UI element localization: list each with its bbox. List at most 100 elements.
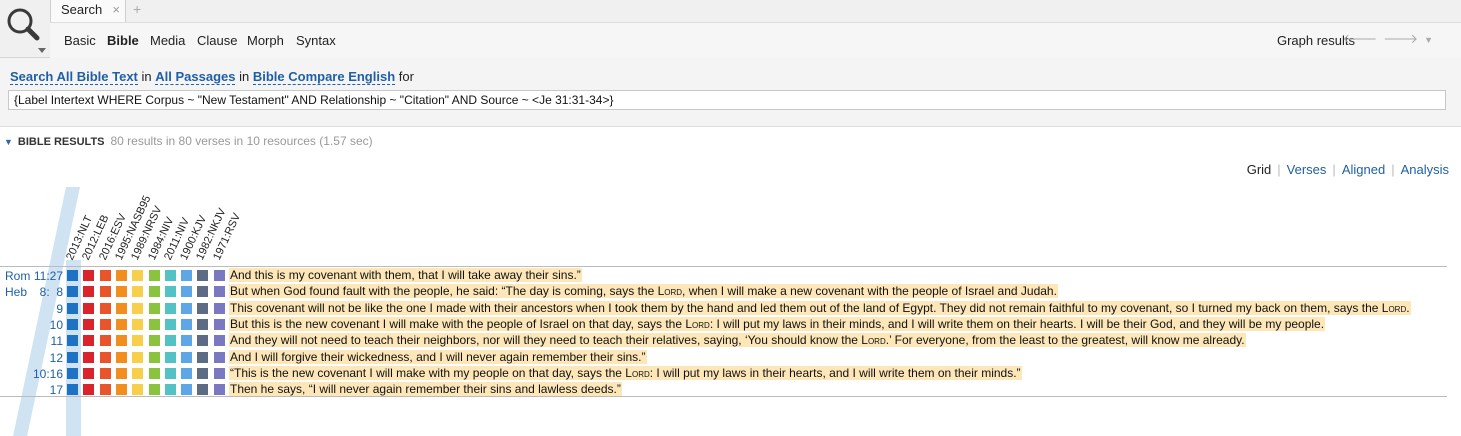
result-cell[interactable] xyxy=(115,286,127,298)
result-cell[interactable] xyxy=(67,384,78,396)
result-cell[interactable] xyxy=(148,302,160,314)
result-cell[interactable] xyxy=(213,318,225,330)
result-cell[interactable] xyxy=(197,286,209,298)
back-arrow-icon[interactable]: 🡐 xyxy=(1342,31,1383,46)
result-cell[interactable] xyxy=(164,270,176,281)
verse-text[interactable]: But this is the new covenant I will make… xyxy=(229,316,1326,331)
result-cell[interactable] xyxy=(197,351,209,363)
table-row[interactable]: Heb 8: 8 But when God found fault with the… xyxy=(0,283,1461,300)
result-cell[interactable] xyxy=(99,302,111,314)
result-cell[interactable] xyxy=(99,318,111,330)
chevron-down-icon[interactable]: ▼ xyxy=(1424,35,1439,45)
result-cell[interactable] xyxy=(197,318,209,330)
result-cell[interactable] xyxy=(67,302,78,314)
close-icon[interactable]: × xyxy=(112,2,120,17)
result-cell[interactable] xyxy=(164,351,176,363)
result-cell[interactable] xyxy=(115,351,127,363)
result-cell[interactable] xyxy=(99,367,111,379)
result-cell[interactable] xyxy=(164,302,176,314)
view-grid[interactable]: Grid xyxy=(1247,162,1272,177)
result-cell[interactable] xyxy=(148,351,160,363)
result-cell[interactable] xyxy=(181,367,193,379)
result-cell[interactable] xyxy=(115,384,127,396)
forward-arrow-icon[interactable]: 🡒 xyxy=(1383,31,1424,46)
result-cell[interactable] xyxy=(181,318,193,330)
result-cell[interactable] xyxy=(213,286,225,298)
result-cell[interactable] xyxy=(148,384,160,396)
result-cell[interactable] xyxy=(83,351,95,363)
verse-reference[interactable]: 17 xyxy=(20,383,63,397)
verse-reference[interactable]: 11 xyxy=(20,334,63,348)
view-analysis[interactable]: Analysis xyxy=(1401,162,1449,177)
result-cell[interactable] xyxy=(99,384,111,396)
result-cell[interactable] xyxy=(197,367,209,379)
result-cell[interactable] xyxy=(197,270,209,281)
table-row[interactable]: Rom 11:27 And this is my covenant with the… xyxy=(0,267,1461,284)
result-cell[interactable] xyxy=(115,367,127,379)
table-row[interactable]: 12 And I will forgive their wickedness, a… xyxy=(0,349,1461,366)
verse-reference[interactable]: 8: 8 xyxy=(20,285,63,299)
result-cell[interactable] xyxy=(99,351,111,363)
result-cell[interactable] xyxy=(181,270,193,281)
result-cell[interactable] xyxy=(164,384,176,396)
result-cell[interactable] xyxy=(132,270,144,281)
result-cell[interactable] xyxy=(197,302,209,314)
result-cell[interactable] xyxy=(132,351,144,363)
result-cell[interactable] xyxy=(67,367,78,379)
result-cell[interactable] xyxy=(164,367,176,379)
result-cell[interactable] xyxy=(181,335,193,347)
tab-search[interactable]: Search × xyxy=(50,0,126,22)
verse-text[interactable]: But when God found fault with the people… xyxy=(229,284,1058,299)
verse-text[interactable]: Then he says, “I will never again rememb… xyxy=(229,382,622,397)
result-cell[interactable] xyxy=(83,384,95,396)
verse-reference[interactable]: 10 xyxy=(20,318,63,332)
result-cell[interactable] xyxy=(115,302,127,314)
result-cell[interactable] xyxy=(213,270,225,281)
view-aligned[interactable]: Aligned xyxy=(1342,162,1385,177)
result-cell[interactable] xyxy=(132,318,144,330)
verse-reference[interactable]: 9 xyxy=(20,302,63,316)
passage-range-dropdown[interactable]: All Passages xyxy=(155,69,236,85)
result-cell[interactable] xyxy=(132,367,144,379)
result-cell[interactable] xyxy=(181,351,193,363)
result-cell[interactable] xyxy=(213,335,225,347)
subtab-clause[interactable]: Clause xyxy=(197,33,237,48)
result-cell[interactable] xyxy=(83,318,95,330)
verse-text[interactable]: “This is the new covenant I will make wi… xyxy=(229,365,1022,380)
result-cell[interactable] xyxy=(132,302,144,314)
result-cell[interactable] xyxy=(83,335,95,347)
result-cell[interactable] xyxy=(99,335,111,347)
add-tab-icon[interactable]: + xyxy=(133,1,141,17)
table-row[interactable]: 11 And they will not need to teach their … xyxy=(0,332,1461,349)
result-cell[interactable] xyxy=(213,302,225,314)
result-cell[interactable] xyxy=(83,286,95,298)
result-cell[interactable] xyxy=(115,318,127,330)
result-cell[interactable] xyxy=(181,302,193,314)
result-cell[interactable] xyxy=(197,335,209,347)
result-cell[interactable] xyxy=(164,286,176,298)
result-cell[interactable] xyxy=(148,318,160,330)
result-cell[interactable] xyxy=(213,367,225,379)
result-cell[interactable] xyxy=(115,335,127,347)
resource-collection-dropdown[interactable]: Bible Compare English xyxy=(252,69,396,85)
result-cell[interactable] xyxy=(148,270,160,281)
result-cell[interactable] xyxy=(213,351,225,363)
table-row[interactable]: 10:16 “This is the new covenant I will ma… xyxy=(0,365,1461,382)
result-cell[interactable] xyxy=(164,318,176,330)
result-cell[interactable] xyxy=(181,286,193,298)
verse-reference[interactable]: 11:27 xyxy=(20,269,63,283)
result-cell[interactable] xyxy=(115,270,127,281)
result-cell[interactable] xyxy=(99,270,111,281)
table-row[interactable]: 9 This covenant will not be like the one … xyxy=(0,300,1461,317)
result-cell[interactable] xyxy=(67,335,78,347)
result-cell[interactable] xyxy=(164,335,176,347)
search-query-input[interactable]: {Label Intertext WHERE Corpus ~ "New Tes… xyxy=(8,90,1446,110)
verse-reference[interactable]: 10:16 xyxy=(20,367,63,381)
verse-text[interactable]: And I will forgive their wickedness, and… xyxy=(229,349,647,364)
verse-reference[interactable]: 12 xyxy=(20,351,63,365)
subtab-bible[interactable]: Bible xyxy=(107,33,139,48)
result-cell[interactable] xyxy=(148,335,160,347)
search-scope-dropdown[interactable]: Search All Bible Text xyxy=(10,69,138,85)
result-cell[interactable] xyxy=(213,384,225,396)
result-cell[interactable] xyxy=(132,335,144,347)
